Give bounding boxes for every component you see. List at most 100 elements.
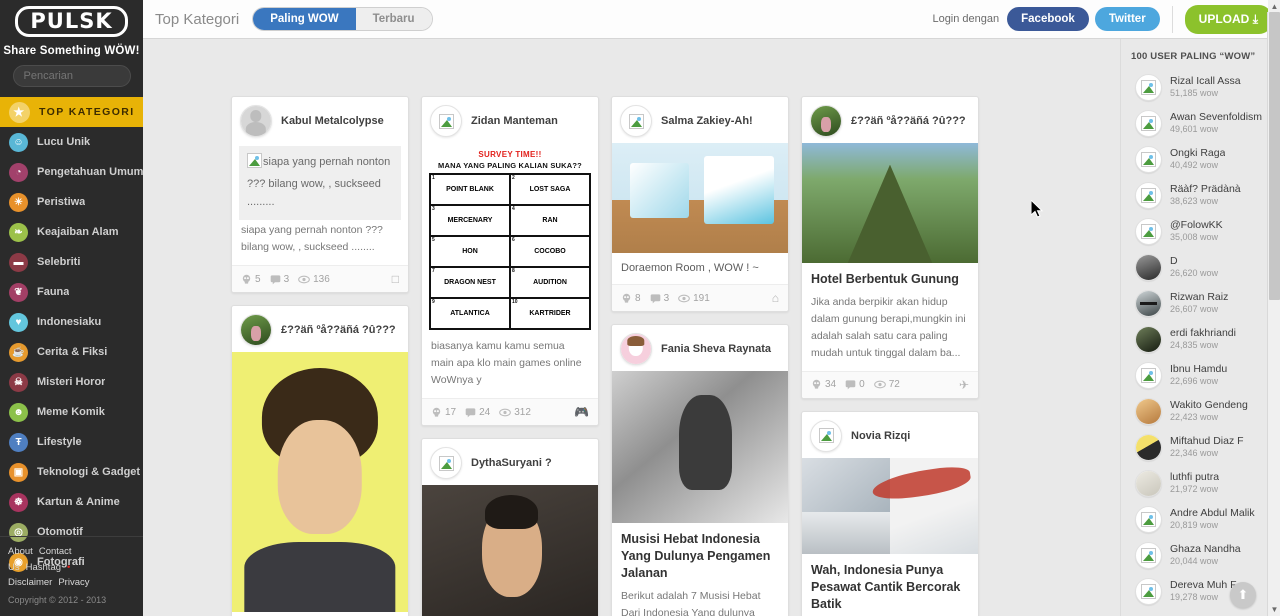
post-category-icon[interactable]: □ xyxy=(392,272,399,286)
sidebar-item-teknologi-gadget[interactable]: ▣ Teknologi & Gadget xyxy=(0,457,143,487)
post-card[interactable]: DythaSuryani ? xyxy=(421,438,599,616)
survey-option[interactable]: 9 ATLANTICA xyxy=(430,298,510,329)
user-list-item[interactable]: erdi fakhriandi 24,835 wow xyxy=(1121,321,1280,357)
sidebar-item-lucu-unik[interactable]: ☺ Lucu Unik xyxy=(0,127,143,157)
survey-option[interactable]: 5 HON xyxy=(430,236,510,267)
post-author[interactable]: £??äñ ºå??äñá ?û??? xyxy=(281,324,396,336)
footer-link-disclaimer[interactable]: Disclaimer xyxy=(8,577,52,588)
survey-image[interactable]: SURVEY TIME!! MANA YANG PALING KALIAN SUK… xyxy=(422,143,598,336)
wow-stat[interactable]: 5 xyxy=(241,274,261,285)
sidebar-item-fauna[interactable]: ❦ Fauna xyxy=(0,277,143,307)
user-list-item[interactable]: Rizwan Raiz 26,607 wow xyxy=(1121,285,1280,321)
post-card[interactable]: Zidan Manteman SURVEY TIME!! MANA YANG PAL… xyxy=(421,96,599,426)
survey-option[interactable]: 2 LOST SAGA xyxy=(510,174,590,205)
user-list-item[interactable]: Rizal Icall Assa 51,185 wow xyxy=(1121,69,1280,105)
wow-stat[interactable]: 8 xyxy=(621,293,641,304)
avatar[interactable] xyxy=(240,105,272,137)
upload-button[interactable]: UPLOAD ⤓ xyxy=(1184,4,1272,34)
sidebar-item-meme-komik[interactable]: ☻ Meme Komik xyxy=(0,397,143,427)
post-image[interactable] xyxy=(612,371,788,523)
post-author[interactable]: Kabul Metalcolypse xyxy=(281,115,384,127)
post-title[interactable]: Hotel Berbentuk Gunung xyxy=(802,263,978,292)
sidebar-item-indonesiaku[interactable]: ♥ Indonesiaku xyxy=(0,307,143,337)
post-image[interactable] xyxy=(802,143,978,263)
user-list-item[interactable]: @FolowKK 35,008 wow xyxy=(1121,213,1280,249)
post-card[interactable]: £??äñ ºå??äñá ?û??? Hotel Berbentuk Gunun… xyxy=(801,96,979,399)
avatar[interactable] xyxy=(240,314,272,347)
post-card[interactable]: £??äñ ºå??äñá ?û??? Orang Berwajah Tampan… xyxy=(231,305,409,616)
sidebar-item-cerita-fiksi[interactable]: ☕ Cerita & Fiksi xyxy=(0,337,143,367)
wow-stat[interactable]: 34 xyxy=(811,379,836,390)
comment-stat[interactable]: 3 xyxy=(270,274,289,285)
user-list-item[interactable]: Ongki Raga 40,492 wow xyxy=(1121,141,1280,177)
facebook-login-button[interactable]: Facebook xyxy=(1007,7,1089,31)
user-list-item[interactable]: Ibnu Hamdu 22,696 wow xyxy=(1121,357,1280,393)
sidebar-item-selebriti[interactable]: ▬ Selebriti xyxy=(0,247,143,277)
comment-stat[interactable]: 3 xyxy=(650,293,669,304)
post-author[interactable]: DythaSuryani ? xyxy=(471,457,552,469)
avatar[interactable] xyxy=(430,447,462,479)
page-scrollbar[interactable]: ▲ ▼ xyxy=(1267,0,1280,616)
post-image[interactable] xyxy=(802,457,978,554)
brand-logo[interactable]: PULSK BETA xyxy=(0,0,143,39)
scrollbar-thumb[interactable] xyxy=(1269,12,1280,300)
avatar[interactable] xyxy=(810,105,842,137)
user-list-item[interactable]: Awan Sevenfoldism 49,601 wow xyxy=(1121,105,1280,141)
sidebar-item-top-kategori[interactable]: ★ TOP KATEGORI xyxy=(0,97,143,128)
user-list-item[interactable]: Ghaza Nandha 20,044 wow xyxy=(1121,537,1280,573)
post-author[interactable]: Novia Rizqi xyxy=(851,430,910,442)
user-list-item[interactable]: Andre Abdul Malik 20,819 wow xyxy=(1121,501,1280,537)
tab-terbaru[interactable]: Terbaru xyxy=(355,8,432,30)
sidebar-item-peristiwa[interactable]: ☀ Peristiwa xyxy=(0,187,143,217)
sidebar-item-kartun-anime[interactable]: ☸ Kartun & Anime xyxy=(0,487,143,517)
post-image[interactable] xyxy=(232,352,408,613)
post-title[interactable]: Wah, Indonesia Punya Pesawat Cantik Berc… xyxy=(802,554,978,616)
post-card[interactable]: Fania Sheva Raynata Musisi Hebat Indonesi… xyxy=(611,324,789,616)
post-title[interactable]: Orang Berwajah Tampan di Jepang, Kena Pa… xyxy=(232,612,408,616)
user-list-item[interactable]: Dereva Muh F 19,278 wow xyxy=(1121,573,1280,609)
wow-stat[interactable]: 17 xyxy=(431,407,456,418)
twitter-login-button[interactable]: Twitter xyxy=(1094,7,1160,31)
post-image[interactable] xyxy=(422,485,598,616)
user-list-item[interactable]: Räàf? Prädànà 38,623 wow xyxy=(1121,177,1280,213)
post-image[interactable] xyxy=(612,143,788,253)
post-title[interactable]: Musisi Hebat Indonesia Yang Dulunya Peng… xyxy=(612,523,788,586)
survey-option[interactable]: 7 DRAGON NEST xyxy=(430,267,510,298)
survey-option[interactable]: 3 MERCENARY xyxy=(430,205,510,236)
comment-stat[interactable]: 0 xyxy=(845,379,865,390)
post-card[interactable]: Novia Rizqi Wah, Indonesia Punya Pesawat … xyxy=(801,410,979,616)
avatar[interactable] xyxy=(620,333,652,365)
post-category-icon[interactable]: 🎮 xyxy=(574,405,589,419)
avatar[interactable] xyxy=(810,419,842,452)
scroll-down-icon[interactable]: ▼ xyxy=(1268,603,1280,616)
search-input[interactable] xyxy=(12,65,131,88)
post-author[interactable]: Fania Sheva Raynata xyxy=(661,343,771,355)
post-category-icon[interactable]: ✈ xyxy=(959,378,969,392)
user-list-item[interactable]: Wakito Gendeng 22,423 wow xyxy=(1121,393,1280,429)
back-to-top-button[interactable]: ⬆ xyxy=(1230,582,1256,608)
tab-paling-wow[interactable]: Paling WOW xyxy=(253,8,356,30)
sidebar-item-pengetahuan-umum[interactable]: ◔ Pengetahuan Umum xyxy=(0,157,143,187)
user-list-item[interactable]: D 26,620 wow xyxy=(1121,249,1280,285)
sidebar-item-lifestyle[interactable]: Ŧ Lifestyle xyxy=(0,427,143,457)
avatar[interactable] xyxy=(620,105,652,137)
avatar[interactable] xyxy=(430,105,462,137)
survey-option[interactable]: 10 KARTRIDER xyxy=(510,298,590,329)
comment-stat[interactable]: 24 xyxy=(465,407,490,418)
survey-option[interactable]: 8 AUDITION xyxy=(510,267,590,298)
survey-option[interactable]: 4 RAN xyxy=(510,205,590,236)
post-card[interactable]: Salma Zakiey-Ah! Doraemon Room , WOW ! ~ 8… xyxy=(611,96,789,312)
sidebar-item-misteri-horor[interactable]: ☠ Misteri Horor xyxy=(0,367,143,397)
footer-link-hashtag[interactable]: Hashtag xyxy=(26,562,61,573)
post-author[interactable]: Salma Zakiey-Ah! xyxy=(661,115,753,127)
post-category-icon[interactable]: ⌂ xyxy=(772,291,779,305)
user-list-item[interactable]: luthfi putra 21,972 wow xyxy=(1121,465,1280,501)
user-list-item[interactable]: Miftahud Diaz F 22,346 wow xyxy=(1121,429,1280,465)
survey-option[interactable]: 6 COCOBO xyxy=(510,236,590,267)
footer-link-privacy[interactable]: Privacy xyxy=(58,577,89,588)
survey-option[interactable]: 1 POINT BLANK xyxy=(430,174,510,205)
sidebar-item-keajaiban-alam[interactable]: ❧ Keajaiban Alam xyxy=(0,217,143,247)
footer-link-about[interactable]: About xyxy=(8,546,33,557)
post-author[interactable]: £??äñ ºå??äñá ?û??? xyxy=(851,115,966,127)
post-author[interactable]: Zidan Manteman xyxy=(471,115,558,127)
